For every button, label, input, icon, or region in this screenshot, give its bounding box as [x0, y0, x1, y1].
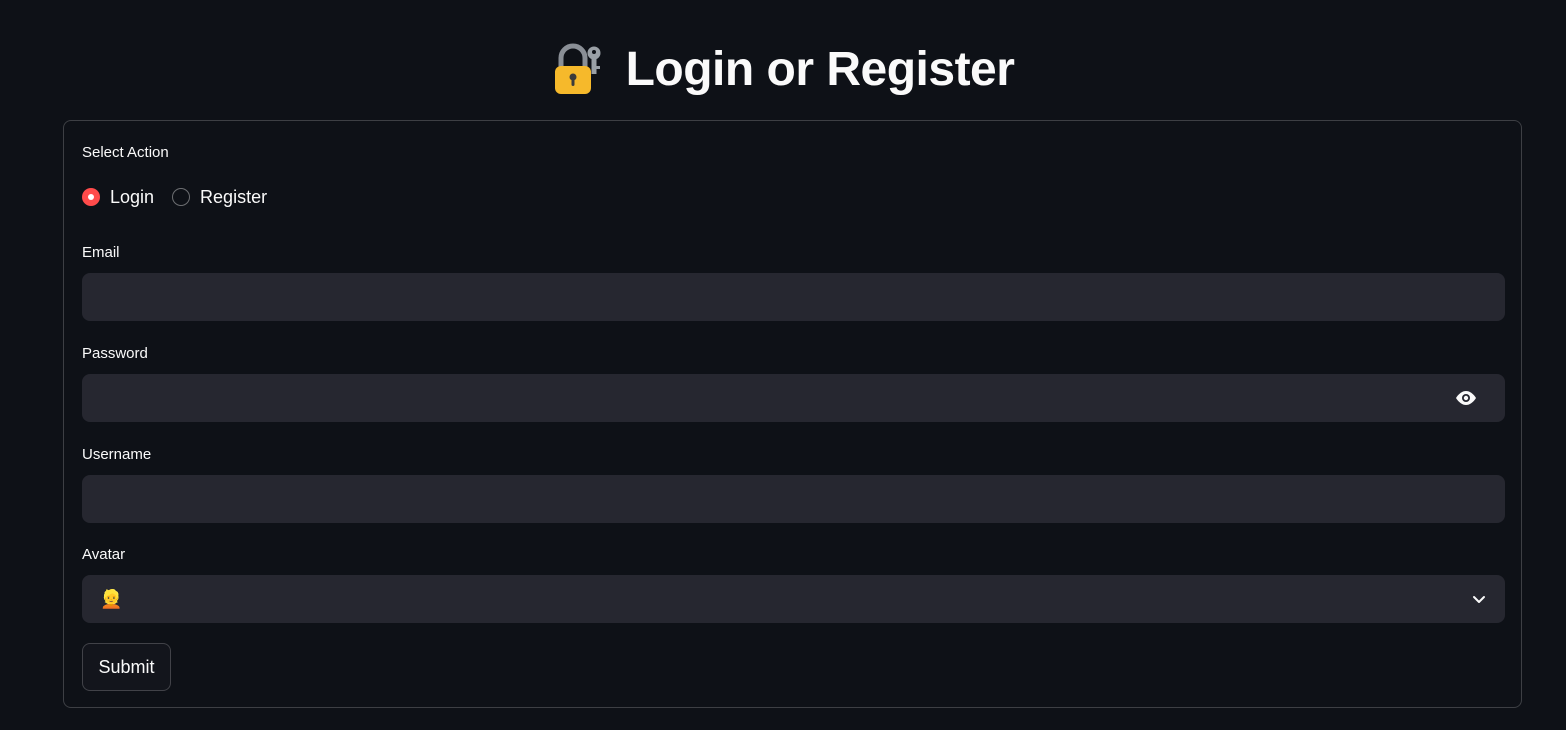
page-header: Login or Register	[0, 34, 1566, 104]
password-label: Password	[82, 345, 148, 362]
radio-option-login[interactable]: Login	[82, 187, 154, 208]
radio-option-register[interactable]: Register	[172, 187, 267, 208]
email-field[interactable]	[82, 273, 1505, 321]
page-title: Login or Register	[625, 42, 1015, 96]
radio-label-login: Login	[110, 186, 155, 207]
username-label: Username	[82, 446, 152, 463]
submit-button[interactable]: Submit	[82, 643, 171, 691]
email-label: Email	[82, 244, 120, 261]
username-field[interactable]	[82, 475, 1505, 523]
avatar-selected-value: 👱	[100, 588, 123, 609]
lock-with-key-icon	[552, 40, 610, 98]
login-form: Select Action Login Register Email Passw…	[63, 120, 1522, 708]
show-password-button[interactable]	[1442, 386, 1490, 410]
action-radio-group: Login Register	[82, 185, 285, 209]
password-field[interactable]	[82, 374, 1505, 422]
chevron-down-icon	[1473, 596, 1485, 603]
avatar-select[interactable]: 👱	[82, 575, 1505, 623]
radio-checked-icon[interactable]	[82, 188, 100, 206]
eye-icon	[1456, 391, 1476, 405]
radio-label-register: Register	[200, 186, 268, 207]
avatar-label: Avatar	[82, 546, 126, 563]
radio-unchecked-icon[interactable]	[172, 188, 191, 206]
page: Login or Register Select Action Login Re…	[0, 0, 1566, 730]
action-label: Select Action	[82, 144, 169, 161]
